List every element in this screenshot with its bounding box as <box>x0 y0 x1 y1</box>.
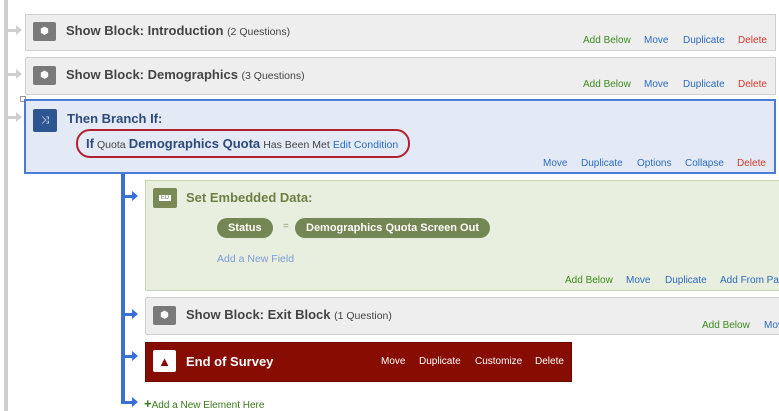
add-new-field-link[interactable]: Add a New Field <box>217 253 294 265</box>
add-below-link[interactable]: Add Below <box>702 320 750 331</box>
warning-icon: ▲ <box>153 350 176 372</box>
embedded-data-title: Set Embedded Data: <box>186 190 313 205</box>
delete-link[interactable]: Delete <box>535 356 564 367</box>
condition-type: Quota <box>97 139 126 151</box>
add-new-element-link[interactable]: +Add a New Element Here <box>144 396 264 411</box>
embedded-data-block[interactable]: ED Set Embedded Data: Status = Demograph… <box>145 180 779 291</box>
add-below-link[interactable]: Add Below <box>565 275 613 286</box>
block-cube-icon: ⬢ <box>153 306 176 325</box>
end-of-survey-title: End of Survey <box>186 354 274 369</box>
flow-arrow-icon <box>16 112 22 122</box>
duplicate-link[interactable]: Duplicate <box>581 158 623 169</box>
delete-link[interactable]: Delete <box>737 158 766 169</box>
add-below-link[interactable]: Add Below <box>583 79 631 90</box>
field-name-pill[interactable]: Status <box>217 218 273 238</box>
branch-title: Then Branch If: <box>67 111 163 126</box>
end-of-survey-block[interactable]: ▲ End of Survey Move Duplicate Customize… <box>145 342 572 382</box>
question-count: (2 Questions) <box>227 26 291 38</box>
customize-link[interactable]: Customize <box>475 356 522 367</box>
duplicate-link[interactable]: Duplicate <box>419 356 461 367</box>
move-link[interactable]: Mov <box>764 320 779 331</box>
flow-line <box>4 0 8 411</box>
move-link[interactable]: Move <box>381 356 405 367</box>
duplicate-link[interactable]: Duplicate <box>683 79 725 90</box>
flow-arrow-icon <box>16 25 22 35</box>
duplicate-link[interactable]: Duplicate <box>665 275 707 286</box>
field-value-pill[interactable]: Demographics Quota Screen Out <box>295 218 490 238</box>
condition-state: Has Been Met <box>263 139 330 151</box>
block-cube-icon: ⬢ <box>33 22 56 41</box>
plus-icon: + <box>144 396 152 411</box>
flow-arrow-icon <box>132 309 138 319</box>
condition-if: If <box>86 136 94 151</box>
equals-sign: = <box>283 221 289 232</box>
options-link[interactable]: Options <box>637 158 671 169</box>
flow-arrow-icon <box>132 191 138 201</box>
branch-condition[interactable]: If Quota Demographics Quota Has Been Met… <box>76 129 410 158</box>
flow-arrow-icon <box>16 69 22 79</box>
move-link[interactable]: Move <box>644 79 668 90</box>
embedded-data-icon: ED <box>153 188 177 208</box>
block-title: Show Block: Exit Block <box>186 307 331 322</box>
block-title: Show Block: Demographics <box>66 67 238 82</box>
show-block-demographics[interactable]: ⬢ Show Block: Demographics (3 Questions)… <box>25 57 776 95</box>
condition-name: Demographics Quota <box>128 136 261 151</box>
block-cube-icon: ⬢ <box>33 66 56 85</box>
branch-block[interactable]: ⤨ Then Branch If: If Quota Demographics … <box>24 99 776 174</box>
question-count: (1 Question) <box>334 310 392 322</box>
duplicate-link[interactable]: Duplicate <box>683 35 725 46</box>
add-new-element-label: Add a New Element Here <box>151 400 265 411</box>
delete-link[interactable]: Delete <box>738 35 767 46</box>
block-title: Show Block: Introduction <box>66 23 224 38</box>
branch-flow-line <box>121 174 125 404</box>
flow-arrow-icon <box>132 397 138 407</box>
move-link[interactable]: Move <box>644 35 668 46</box>
branch-icon: ⤨ <box>33 109 57 132</box>
add-below-link[interactable]: Add Below <box>583 35 631 46</box>
add-from-panel-link[interactable]: Add From Pa <box>720 275 779 286</box>
show-block-exit[interactable]: ⬢ Show Block: Exit Block (1 Question) Ad… <box>145 297 779 335</box>
delete-link[interactable]: Delete <box>738 79 767 90</box>
move-link[interactable]: Move <box>543 158 567 169</box>
collapse-link[interactable]: Collapse <box>685 158 724 169</box>
show-block-introduction[interactable]: ⬢ Show Block: Introduction (2 Questions)… <box>25 14 776 51</box>
flow-arrow-icon <box>132 351 138 361</box>
edit-condition-link[interactable]: Edit Condition <box>333 139 398 151</box>
question-count: (3 Questions) <box>241 70 305 82</box>
move-link[interactable]: Move <box>626 275 650 286</box>
